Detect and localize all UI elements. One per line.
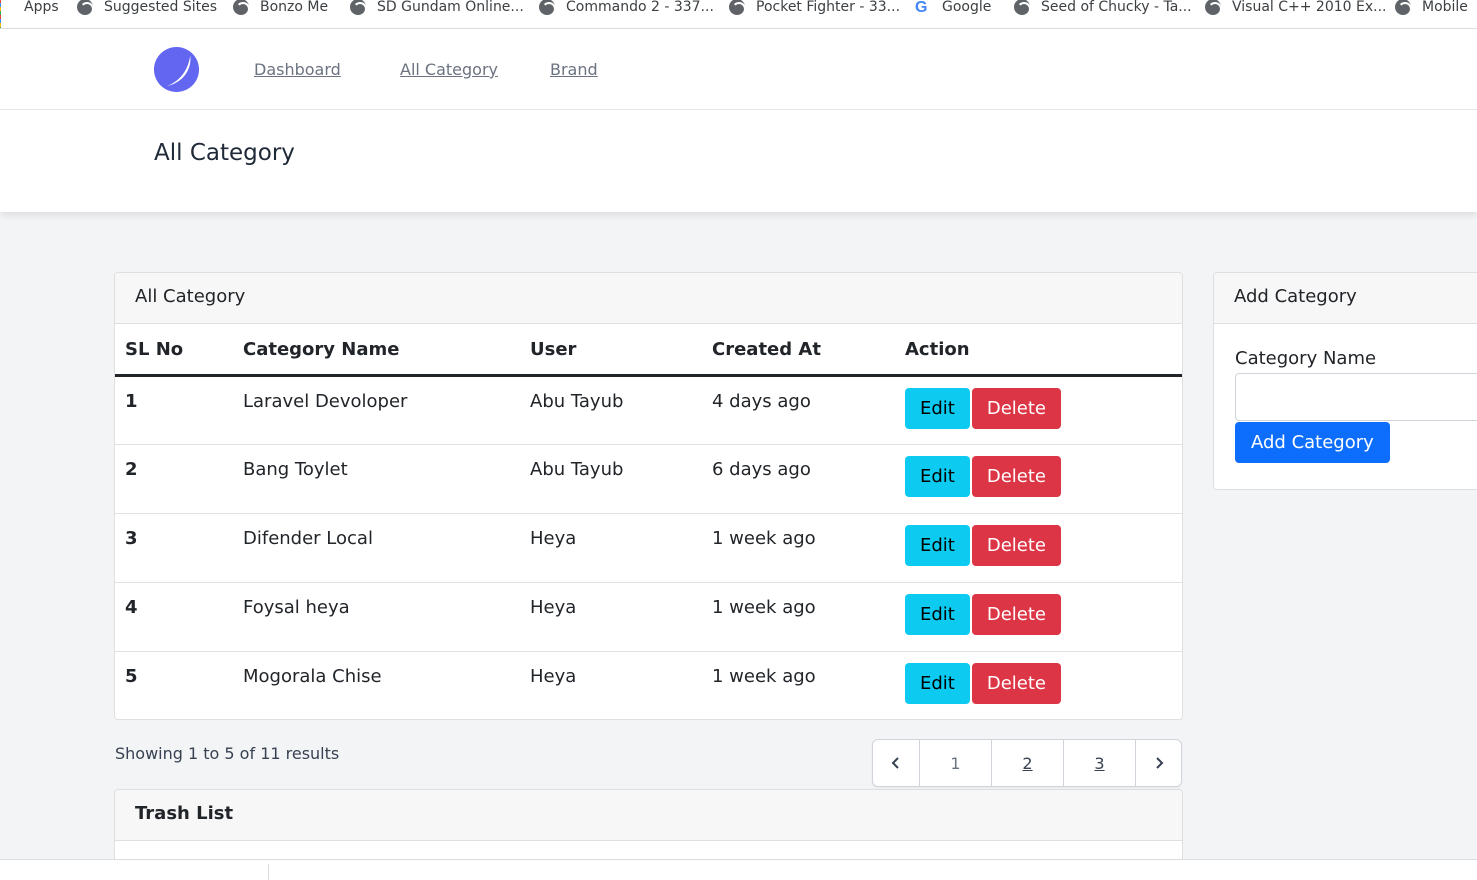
bookmark-pocket-fighter[interactable]: Pocket Fighter - 33... xyxy=(729,0,900,17)
chevron-left-icon xyxy=(891,757,899,769)
globe-icon xyxy=(1395,0,1412,16)
globe-icon xyxy=(77,0,94,16)
page-header: All Category xyxy=(0,110,1477,212)
bookmarks-bar: Apps Suggested Sites Bonzo Me SD Gundam … xyxy=(0,0,1477,29)
nav-all-category[interactable]: All Category xyxy=(400,60,498,79)
bookmark-label: Visual C++ 2010 Ex... xyxy=(1232,0,1387,15)
bookmark-label: Mobile xyxy=(1422,0,1468,15)
bookmark-mobile[interactable]: Mobile xyxy=(1395,0,1468,17)
bookmark-commando[interactable]: Commando 2 - 337... xyxy=(539,0,714,17)
bookmark-sd-gundam[interactable]: SD Gundam Online... xyxy=(350,0,524,17)
globe-icon xyxy=(233,0,250,16)
page-2-button[interactable]: 2 xyxy=(991,740,1063,786)
bookmark-label: Pocket Fighter - 33... xyxy=(756,0,901,15)
google-icon: G xyxy=(915,0,928,16)
bookmark-label: Google xyxy=(942,0,992,15)
download-bar xyxy=(0,859,1477,880)
bookmark-label: Suggested Sites xyxy=(104,0,218,15)
bookmark-apps[interactable]: Apps xyxy=(0,0,59,28)
trash-card-title: Trash List xyxy=(115,790,1182,841)
page-title: All Category xyxy=(154,140,295,166)
add-category-form: Category Name Add Category xyxy=(1214,324,1477,463)
pagination-area: Showing 1 to 5 of 11 results 1 2 3 xyxy=(115,272,1183,792)
page-1-button[interactable]: 1 xyxy=(919,740,991,786)
bookmark-seed-of-chucky[interactable]: Seed of Chucky - Ta... xyxy=(1014,0,1192,17)
bookmark-label: Apps xyxy=(24,0,59,15)
category-name-input[interactable] xyxy=(1235,373,1477,421)
add-category-button[interactable]: Add Category xyxy=(1235,422,1390,463)
apps-grid-icon xyxy=(0,0,13,28)
pagination: 1 2 3 xyxy=(872,739,1182,787)
globe-icon xyxy=(1014,0,1031,16)
bookmark-bonzo-me[interactable]: Bonzo Me xyxy=(233,0,328,17)
bookmark-visual-cpp[interactable]: Visual C++ 2010 Ex... xyxy=(1205,0,1387,17)
category-name-label: Category Name xyxy=(1235,348,1377,369)
top-nav: Dashboard All Category Brand xyxy=(0,29,1477,110)
globe-icon xyxy=(539,0,556,16)
next-page-button[interactable] xyxy=(1135,740,1181,786)
bookmark-google[interactable]: G Google xyxy=(915,0,991,17)
add-category-title: Add Category xyxy=(1214,273,1477,324)
globe-icon xyxy=(729,0,746,16)
bookmark-label: Seed of Chucky - Ta... xyxy=(1041,0,1192,15)
globe-icon xyxy=(1205,0,1222,16)
results-summary: Showing 1 to 5 of 11 results xyxy=(115,744,340,763)
bookmark-label: Commando 2 - 337... xyxy=(566,0,714,15)
app-logo[interactable] xyxy=(153,46,200,93)
bookmark-label: SD Gundam Online... xyxy=(377,0,524,15)
chevron-right-icon xyxy=(1155,757,1163,769)
divider xyxy=(268,864,269,880)
nav-brand[interactable]: Brand xyxy=(550,60,598,79)
globe-icon xyxy=(350,0,367,16)
add-category-card: Add Category Category Name Add Category xyxy=(1213,272,1477,490)
bookmark-suggested-sites[interactable]: Suggested Sites xyxy=(77,0,217,17)
prev-page-button[interactable] xyxy=(873,740,919,786)
nav-dashboard[interactable]: Dashboard xyxy=(254,60,341,79)
page-3-button[interactable]: 3 xyxy=(1063,740,1135,786)
bookmark-label: Bonzo Me xyxy=(260,0,329,15)
